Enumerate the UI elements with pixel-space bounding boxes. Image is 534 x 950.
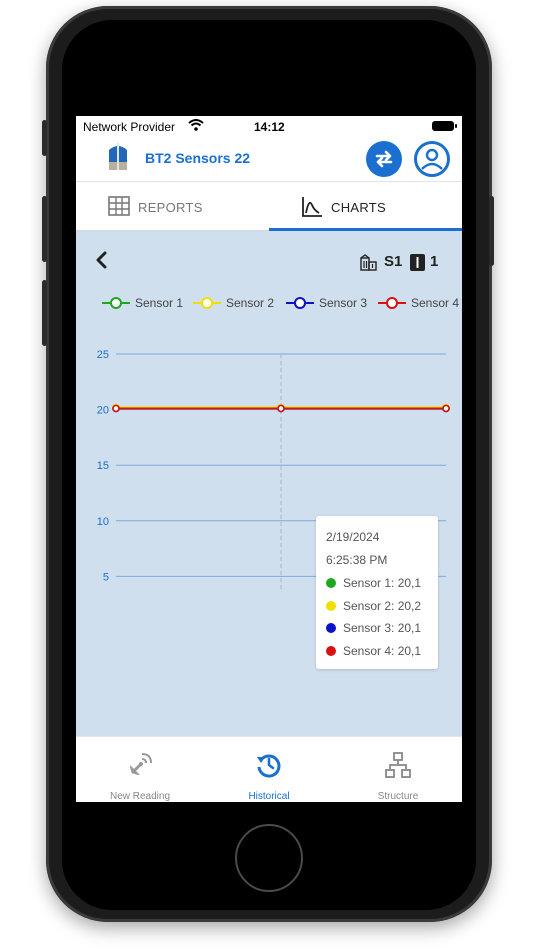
- tab-bar: REPORTS CHARTS: [76, 183, 462, 231]
- volume-up-button: [42, 196, 47, 262]
- back-chevron-icon[interactable]: [92, 249, 112, 271]
- user-icon: [421, 148, 443, 170]
- legend-label: Sensor 3: [319, 296, 368, 310]
- tooltip-value-sensor-3: Sensor 3: 20,1: [343, 621, 422, 635]
- legend-marker-sensor-2: [193, 297, 221, 309]
- battery-icon: [432, 121, 457, 131]
- chart-legend: Sensor 1 Sensor 2 Sensor 3 Sensor 4: [76, 293, 462, 313]
- data-point-sensor-4: [277, 404, 285, 413]
- status-bar: Network Provider 14:12: [76, 116, 462, 136]
- chart-icon: [302, 197, 322, 217]
- carrier-name: Network Provider: [83, 120, 176, 134]
- mute-switch: [42, 120, 47, 156]
- app-header: BT2 Sensors 22: [76, 136, 462, 182]
- y-tick-label: 5: [103, 571, 109, 583]
- swap-arrows-icon: [375, 150, 393, 168]
- wifi-icon: [188, 119, 204, 131]
- satellite-icon: [130, 753, 152, 775]
- home-button[interactable]: [235, 824, 303, 892]
- bottom-nav: New Reading Historical Structure: [76, 736, 462, 802]
- device-count: 1: [430, 253, 439, 270]
- legend-marker-sensor-4: [378, 297, 406, 309]
- tooltip-date: 2/19/2024: [326, 530, 380, 544]
- tab-reports[interactable]: REPORTS: [76, 183, 269, 231]
- device-box-icon: [410, 254, 425, 271]
- tooltip-dot-sensor-2: [326, 601, 336, 611]
- sensor-device-icon: [109, 143, 127, 170]
- nav-historical[interactable]: Historical: [205, 737, 333, 802]
- chart-panel: S1 1 Sensor 1 Sensor 2 Sensor 3 Sensor 4…: [76, 231, 462, 736]
- y-tick-label: 15: [97, 460, 109, 472]
- device-title: BT2 Sensors 22: [145, 150, 251, 166]
- data-point-sensor-4: [112, 404, 120, 413]
- tooltip-dot-sensor-3: [326, 623, 336, 633]
- app-screen: Network Provider 14:12 BT2 Sensors 22 RE…: [76, 116, 462, 802]
- y-tick-label: 25: [97, 349, 109, 361]
- legend-marker-sensor-3: [286, 297, 314, 309]
- legend-label: Sensor 4: [411, 296, 460, 310]
- nav-label: Structure: [377, 791, 419, 802]
- power-button: [489, 196, 494, 266]
- tooltip-dot-sensor-4: [326, 646, 336, 656]
- station-label: S1: [384, 253, 403, 270]
- y-tick-label: 20: [97, 405, 109, 417]
- tooltip-value-sensor-2: Sensor 2: 20,2: [343, 599, 422, 613]
- clock: 14:12: [254, 120, 285, 134]
- table-icon: [108, 196, 130, 216]
- chart-tooltip: 2/19/2024 6:25:38 PM Sensor 1: 20,1 Sens…: [316, 516, 438, 669]
- nav-label: New Reading: [109, 791, 171, 802]
- tab-reports-label: REPORTS: [138, 200, 203, 215]
- network-icon: [385, 752, 411, 778]
- sync-button[interactable]: [366, 141, 402, 177]
- tooltip-time: 6:25:38 PM: [326, 553, 388, 567]
- volume-down-button: [42, 280, 47, 346]
- tab-charts-label: CHARTS: [331, 200, 387, 215]
- nav-structure[interactable]: Structure: [334, 737, 462, 802]
- building-icon: [360, 254, 377, 271]
- tooltip-value-sensor-4: Sensor 4: 20,1: [343, 644, 422, 658]
- y-tick-label: 10: [97, 516, 109, 528]
- legend-marker-sensor-1: [102, 297, 130, 309]
- tooltip-dot-sensor-1: [326, 578, 336, 588]
- legend-label: Sensor 2: [226, 296, 275, 310]
- legend-label: Sensor 1: [135, 296, 184, 310]
- history-icon: [257, 754, 281, 778]
- profile-button[interactable]: [414, 141, 450, 177]
- data-point-sensor-4: [442, 404, 450, 413]
- tooltip-value-sensor-1: Sensor 1: 20,1: [343, 576, 422, 590]
- tab-charts[interactable]: CHARTS: [269, 183, 462, 231]
- nav-label: Historical: [248, 791, 290, 802]
- nav-new-reading[interactable]: New Reading: [76, 737, 204, 802]
